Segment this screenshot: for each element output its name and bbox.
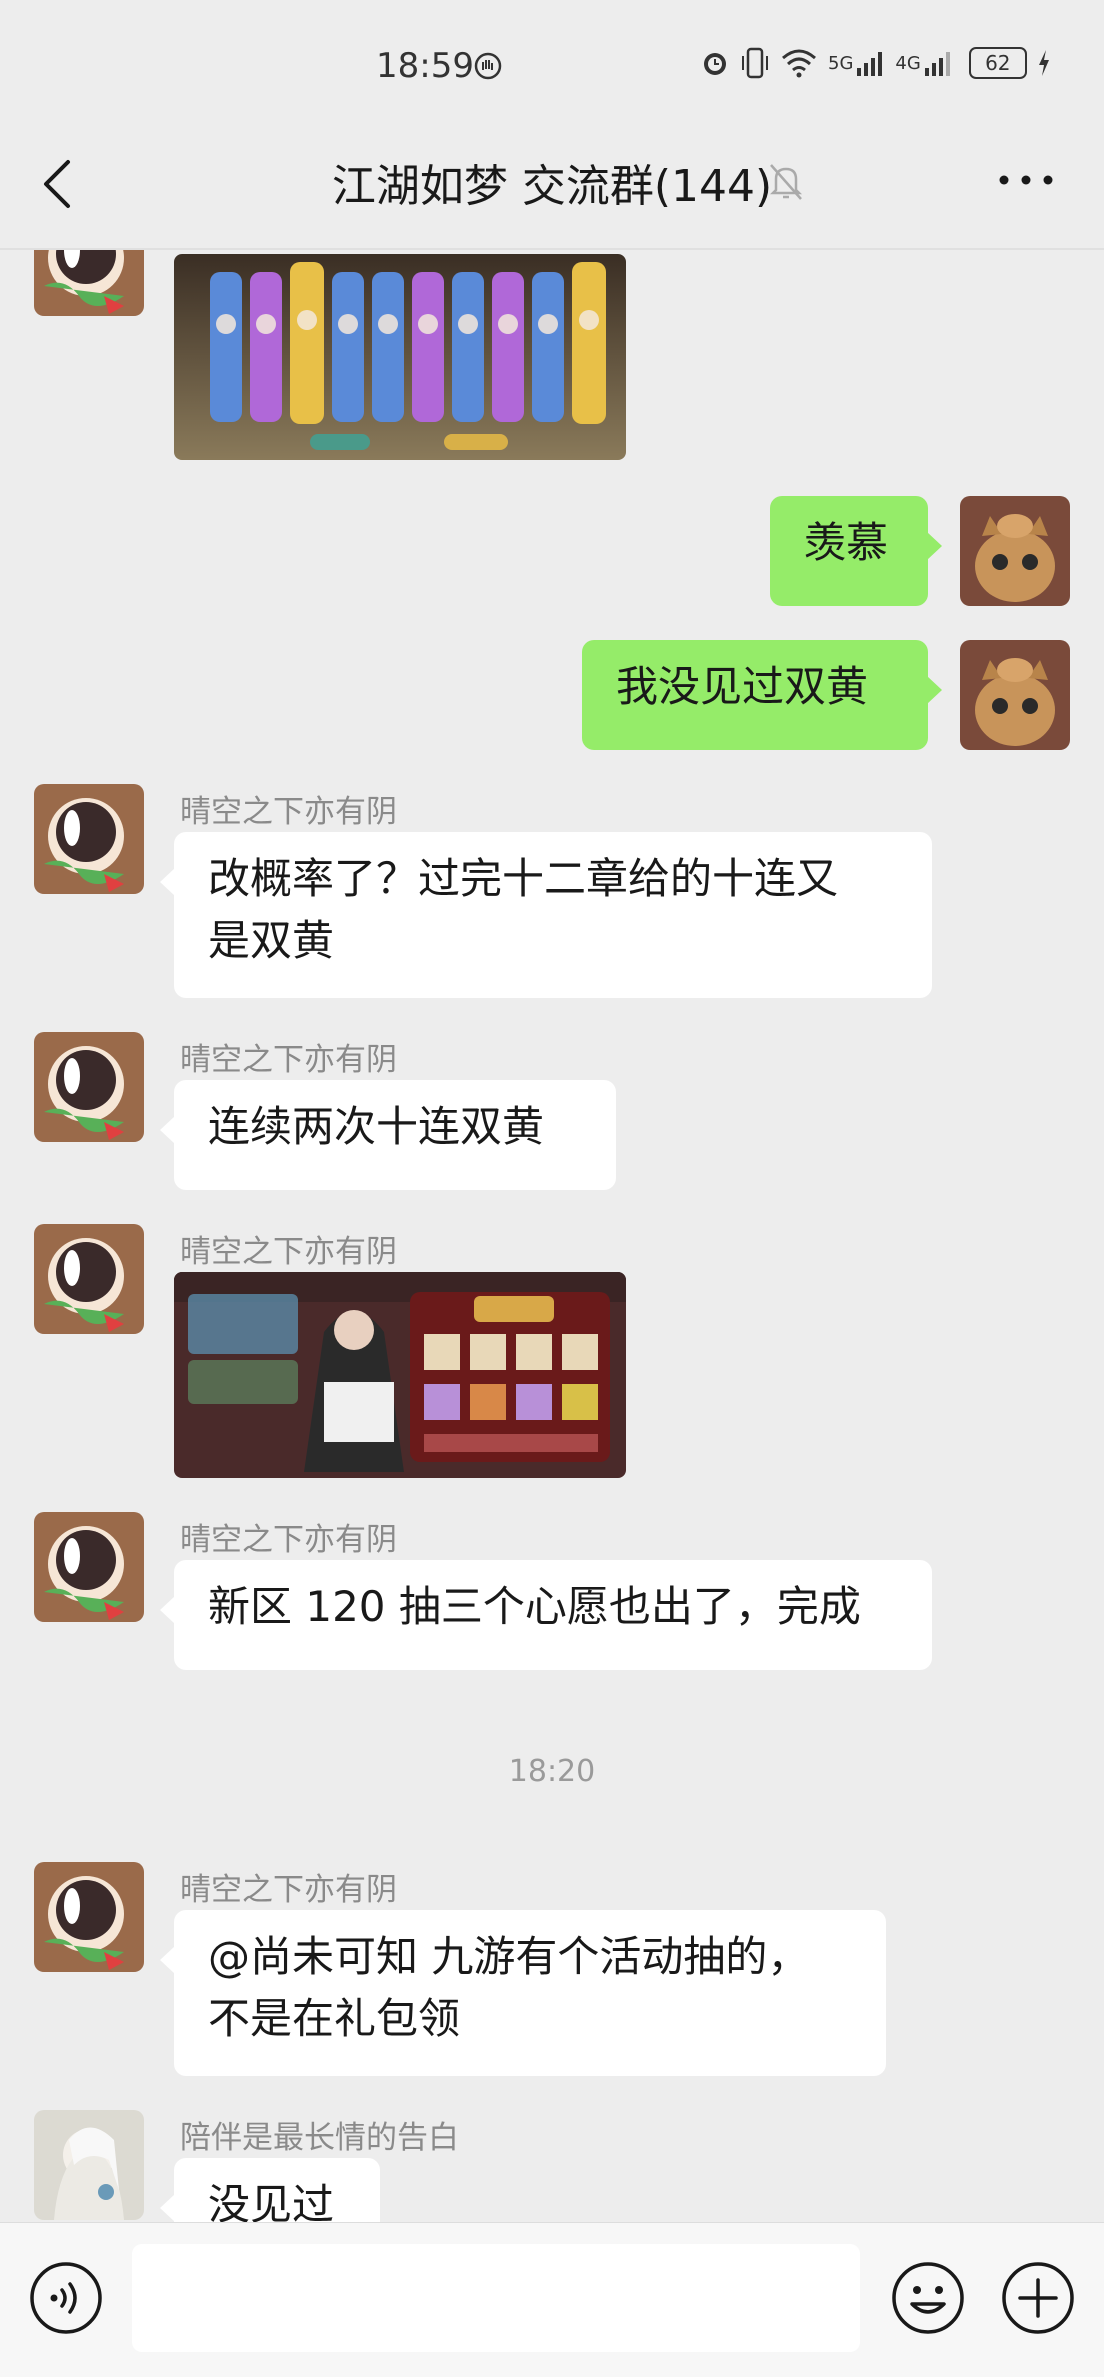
- signal-4g-label: 4G: [895, 52, 921, 74]
- message-bubble-other[interactable]: 连续两次十连双黄: [160, 1080, 616, 1190]
- avatar-self[interactable]: [960, 640, 1070, 750]
- wifi-icon: [782, 49, 816, 78]
- message-text-line-1: @尚未可知 九游有个活动抽的，: [208, 1932, 810, 1981]
- signal-icon: [857, 52, 883, 76]
- game-reward-image[interactable]: [174, 1272, 626, 1478]
- avatar-self[interactable]: [960, 496, 1070, 606]
- more-dots-icon[interactable]: [998, 170, 1054, 190]
- message-text-line-1: 改概率了？过完十二章给的十连又: [208, 854, 839, 903]
- message-text: 连续两次十连双黄: [208, 1102, 545, 1151]
- battery-indicator: 62: [968, 47, 1027, 79]
- message-input[interactable]: [132, 2244, 860, 2352]
- message-text: 新区 120 抽三个心愿也出了，完成: [208, 1582, 861, 1631]
- vibrate-icon: [742, 47, 768, 79]
- avatar-sender-2[interactable]: [34, 2110, 144, 2220]
- sender-name: 晴空之下亦有阴: [180, 794, 397, 830]
- plus-icon[interactable]: [1000, 2260, 1076, 2336]
- sender-name: 陪伴是最长情的告白: [180, 2120, 459, 2156]
- message-text: 我没见过双黄: [616, 662, 869, 711]
- game-gacha-image[interactable]: [174, 254, 626, 460]
- message-bubble-self-2[interactable]: 我没见过双黄: [582, 640, 942, 750]
- status-time: 18:59: [376, 46, 474, 86]
- message-bubble-self-1[interactable]: 羡慕: [770, 496, 942, 606]
- hand-icon: [474, 52, 502, 80]
- avatar-sender-1[interactable]: [34, 1224, 144, 1334]
- message-text-line-2: 不是在礼包领: [208, 1994, 461, 2043]
- message-bubble-other[interactable]: @尚未可知 九游有个活动抽的， 不是在礼包领: [160, 1910, 886, 2076]
- voice-icon[interactable]: [28, 2260, 104, 2336]
- sender-name: 晴空之下亦有阴: [180, 1234, 397, 1270]
- message-bubble-other[interactable]: 新区 120 抽三个心愿也出了，完成: [160, 1560, 932, 1670]
- avatar-sender-1[interactable]: [34, 250, 144, 316]
- time-divider: 18:20: [508, 1754, 596, 1789]
- sender-name: 晴空之下亦有阴: [180, 1042, 397, 1078]
- avatar-sender-1[interactable]: [34, 1032, 144, 1142]
- alarm-icon: [704, 53, 726, 75]
- signal-icon-2: [924, 52, 950, 76]
- message-text: 羡慕: [804, 518, 889, 567]
- message-bubble-other[interactable]: 改概率了？过完十二章给的十连又 是双黄: [160, 832, 932, 998]
- avatar-sender-1[interactable]: [34, 784, 144, 894]
- avatar-sender-1[interactable]: [34, 1862, 144, 1972]
- signal-5g-label: 5G: [828, 52, 854, 74]
- status-icons: 5G 4G 62: [700, 46, 1051, 80]
- avatar-sender-1[interactable]: [34, 1512, 144, 1622]
- bell-off-icon: [769, 164, 803, 200]
- chat-title: 江湖如梦 交流群(144): [331, 161, 773, 212]
- emoji-icon[interactable]: [890, 2260, 966, 2336]
- sender-name: 晴空之下亦有阴: [180, 1872, 397, 1908]
- sender-name: 晴空之下亦有阴: [180, 1522, 397, 1558]
- message-text-line-2: 是双黄: [208, 916, 335, 965]
- battery-level: 62: [985, 51, 1011, 75]
- nav-divider: [0, 248, 1104, 250]
- charging-icon: [1038, 50, 1049, 76]
